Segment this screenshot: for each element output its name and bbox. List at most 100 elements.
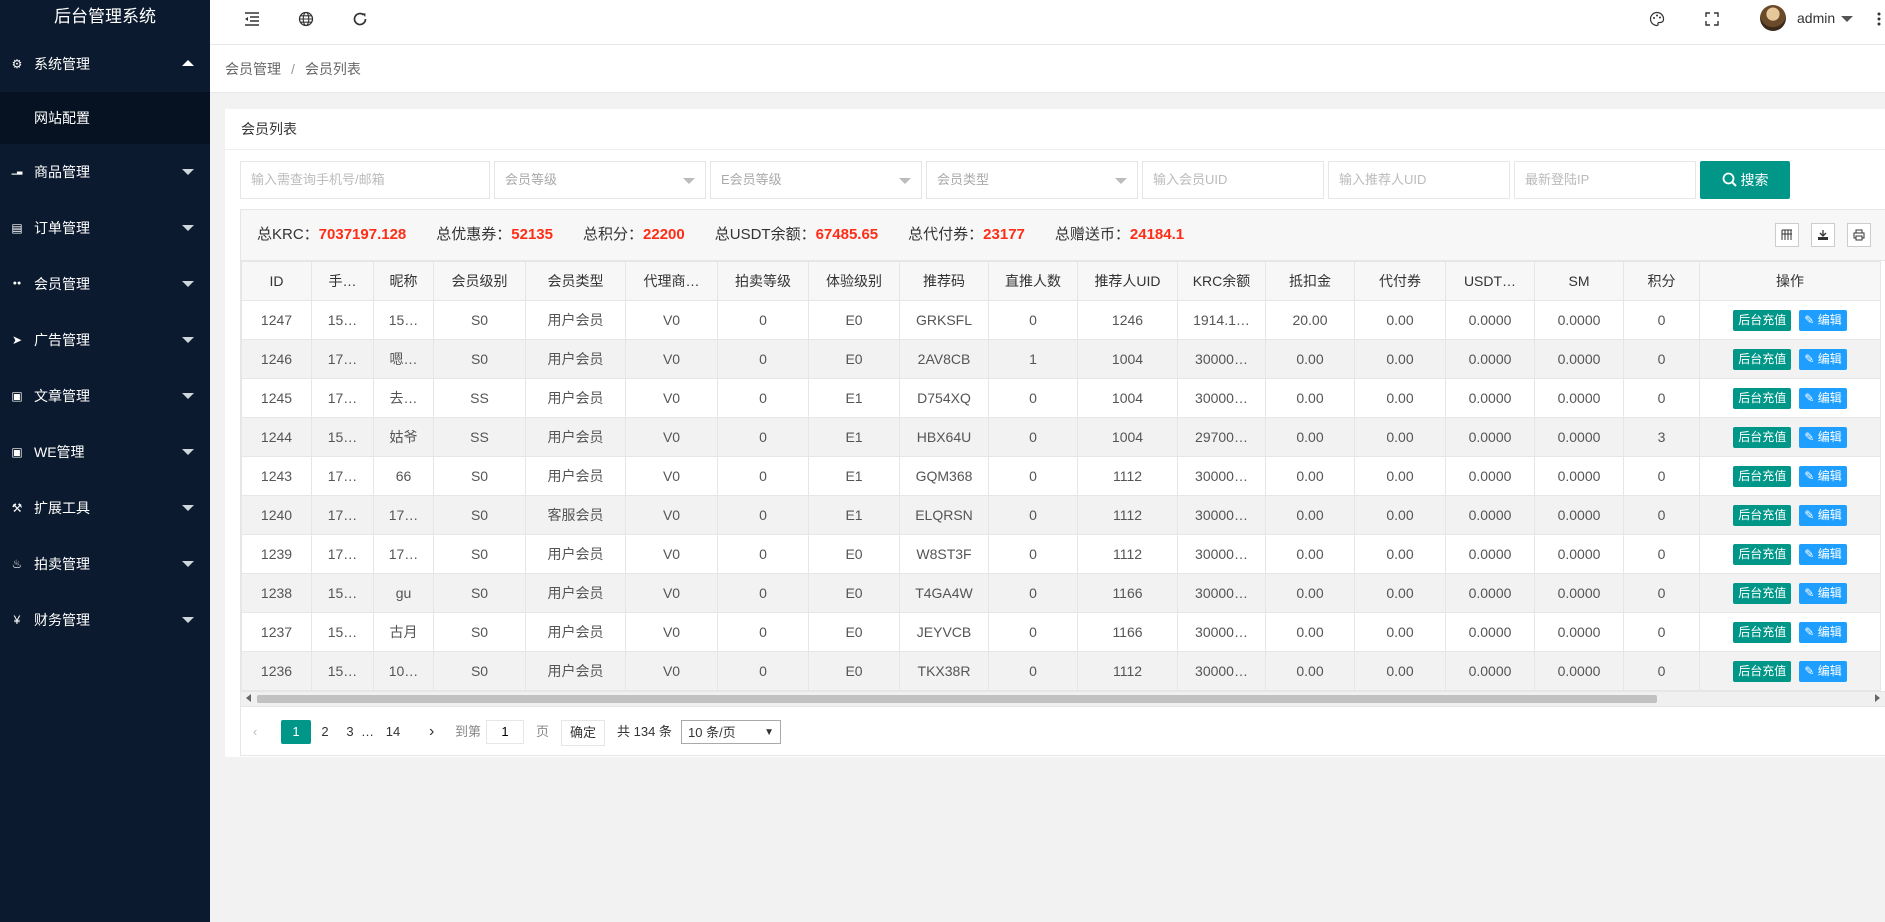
avatar[interactable] (1760, 5, 1786, 31)
edit-button[interactable]: ✎ 编辑 (1799, 309, 1847, 331)
table-cell: V0 (625, 651, 718, 691)
member-uid-input[interactable] (1153, 162, 1323, 197)
column-header[interactable]: 推荐人UID (1077, 261, 1178, 301)
column-header[interactable]: KRC余额 (1177, 261, 1266, 301)
referrer-uid-input[interactable] (1339, 162, 1509, 197)
page-2[interactable]: 2 (315, 720, 335, 744)
page-3[interactable]: 3 (340, 720, 360, 744)
sidebar-item-6[interactable]: ▣ WE管理 (0, 424, 210, 480)
e-level-select[interactable]: E会员等级 (710, 161, 922, 199)
column-header[interactable]: 体验级别 (808, 261, 900, 301)
scrollbar-thumb[interactable] (257, 695, 1657, 703)
last-login-ip-field[interactable] (1514, 161, 1696, 199)
edit-button[interactable]: ✎ 编辑 (1799, 621, 1847, 643)
print-icon[interactable] (1847, 223, 1871, 247)
refresh-icon[interactable] (348, 0, 372, 38)
menu-collapse-icon[interactable] (240, 0, 264, 38)
table-cell: SS (433, 378, 526, 418)
edit-button[interactable]: ✎ 编辑 (1799, 504, 1847, 526)
edit-button[interactable]: ✎ 编辑 (1799, 426, 1847, 448)
column-header[interactable]: ID (241, 261, 312, 301)
recharge-button[interactable]: 后台充值 (1733, 348, 1792, 370)
table-cell: 0.00 (1354, 339, 1446, 379)
total-label: 总KRC： (257, 226, 319, 243)
sidebar-subitem-0-0[interactable]: 网站配置 (0, 92, 210, 144)
recharge-button[interactable]: 后台充值 (1733, 387, 1792, 409)
recharge-button[interactable]: 后台充值 (1733, 465, 1792, 487)
page-1[interactable]: 1 (281, 720, 311, 744)
last-login-ip-input[interactable] (1525, 162, 1695, 197)
column-header[interactable]: 代付券 (1354, 261, 1446, 301)
page-14[interactable]: 14 (383, 720, 403, 744)
scroll-left-icon[interactable] (246, 694, 251, 702)
column-header[interactable]: 手… (311, 261, 374, 301)
sidebar-item-label: 拍卖管理 (34, 556, 90, 572)
recharge-button[interactable]: 后台充值 (1733, 504, 1792, 526)
breadcrumb-parent[interactable]: 会员管理 (225, 61, 281, 77)
globe-icon[interactable] (294, 0, 318, 38)
goto-confirm-button[interactable]: 确定 (561, 720, 606, 746)
edit-button[interactable]: ✎ 编辑 (1799, 543, 1847, 565)
member-type-select[interactable]: 会员类型 (926, 161, 1138, 199)
sidebar-item-0[interactable]: ⚙ 系统管理 (0, 36, 210, 92)
edit-button[interactable]: ✎ 编辑 (1799, 582, 1847, 604)
user-menu[interactable]: admin (1797, 0, 1854, 36)
theme-palette-icon[interactable] (1645, 0, 1669, 38)
fullscreen-icon[interactable] (1700, 0, 1724, 38)
phone-email-input[interactable] (251, 162, 489, 197)
member-uid-field[interactable] (1142, 161, 1324, 199)
sidebar-item-3[interactable]: ●● 会员管理 (0, 256, 210, 312)
column-header[interactable]: 推荐码 (899, 261, 989, 301)
prev-page-icon[interactable]: ‹ (253, 720, 257, 744)
horizontal-scrollbar[interactable] (241, 691, 1885, 706)
column-header[interactable]: 拍卖等级 (717, 261, 809, 301)
table-cell: TKX38R (899, 651, 989, 691)
export-icon[interactable] (1811, 223, 1835, 247)
total-label: 总优惠券： (436, 226, 512, 243)
column-header[interactable]: 操作 (1699, 261, 1881, 301)
table-cell: 15… (311, 573, 374, 613)
next-page-icon[interactable]: › (429, 720, 434, 744)
table-cell: 0.0000 (1445, 495, 1535, 535)
sidebar-item-1[interactable]: ▁▃ 商品管理 (0, 144, 210, 200)
edit-button[interactable]: ✎ 编辑 (1799, 348, 1847, 370)
search-button[interactable]: 搜索 (1700, 161, 1790, 199)
column-header[interactable]: 会员级别 (433, 261, 526, 301)
column-header[interactable]: 直推人数 (988, 261, 1078, 301)
recharge-button[interactable]: 后台充值 (1733, 582, 1792, 604)
columns-filter-icon[interactable] (1775, 223, 1799, 247)
member-level-select[interactable]: 会员等级 (494, 161, 706, 199)
recharge-button[interactable]: 后台充值 (1733, 426, 1792, 448)
table-cell: 0.0000 (1445, 456, 1535, 496)
referrer-uid-field[interactable] (1328, 161, 1510, 199)
edit-button[interactable]: ✎ 编辑 (1799, 387, 1847, 409)
sidebar-item-9[interactable]: ¥ 财务管理 (0, 592, 210, 648)
phone-email-field[interactable] (240, 161, 490, 199)
page-size-select[interactable]: 10 条/页 ▼ (681, 720, 781, 744)
column-header[interactable]: SM (1534, 261, 1624, 301)
scroll-right-icon[interactable] (1875, 694, 1880, 702)
table-cell: GRKSFL (899, 300, 989, 340)
column-header[interactable]: 积分 (1623, 261, 1700, 301)
goto-page-input[interactable] (486, 720, 524, 744)
sidebar-item-7[interactable]: ⚒ 扩展工具 (0, 480, 210, 536)
sidebar-item-2[interactable]: ▤ 订单管理 (0, 200, 210, 256)
chevron-down-icon (182, 225, 194, 231)
recharge-button[interactable]: 后台充值 (1733, 660, 1792, 682)
sidebar-item-5[interactable]: ▣ 文章管理 (0, 368, 210, 424)
column-header[interactable]: USDT… (1445, 261, 1535, 301)
sidebar-item-4[interactable]: ➤ 广告管理 (0, 312, 210, 368)
more-vertical-icon[interactable] (1874, 0, 1884, 38)
column-header[interactable]: 昵称 (373, 261, 434, 301)
recharge-button[interactable]: 后台充值 (1733, 621, 1792, 643)
column-header[interactable]: 会员类型 (525, 261, 626, 301)
column-header[interactable]: 代理商… (625, 261, 718, 301)
recharge-button[interactable]: 后台充值 (1733, 543, 1792, 565)
recharge-button[interactable]: 后台充值 (1733, 309, 1792, 331)
row-actions: 后台充值 ✎ 编辑 (1699, 495, 1881, 535)
edit-button[interactable]: ✎ 编辑 (1799, 660, 1847, 682)
edit-button[interactable]: ✎ 编辑 (1799, 465, 1847, 487)
sidebar-item-8[interactable]: ♨ 拍卖管理 (0, 536, 210, 592)
column-header[interactable]: 抵扣金 (1265, 261, 1355, 301)
chevron-down-icon (182, 505, 194, 511)
